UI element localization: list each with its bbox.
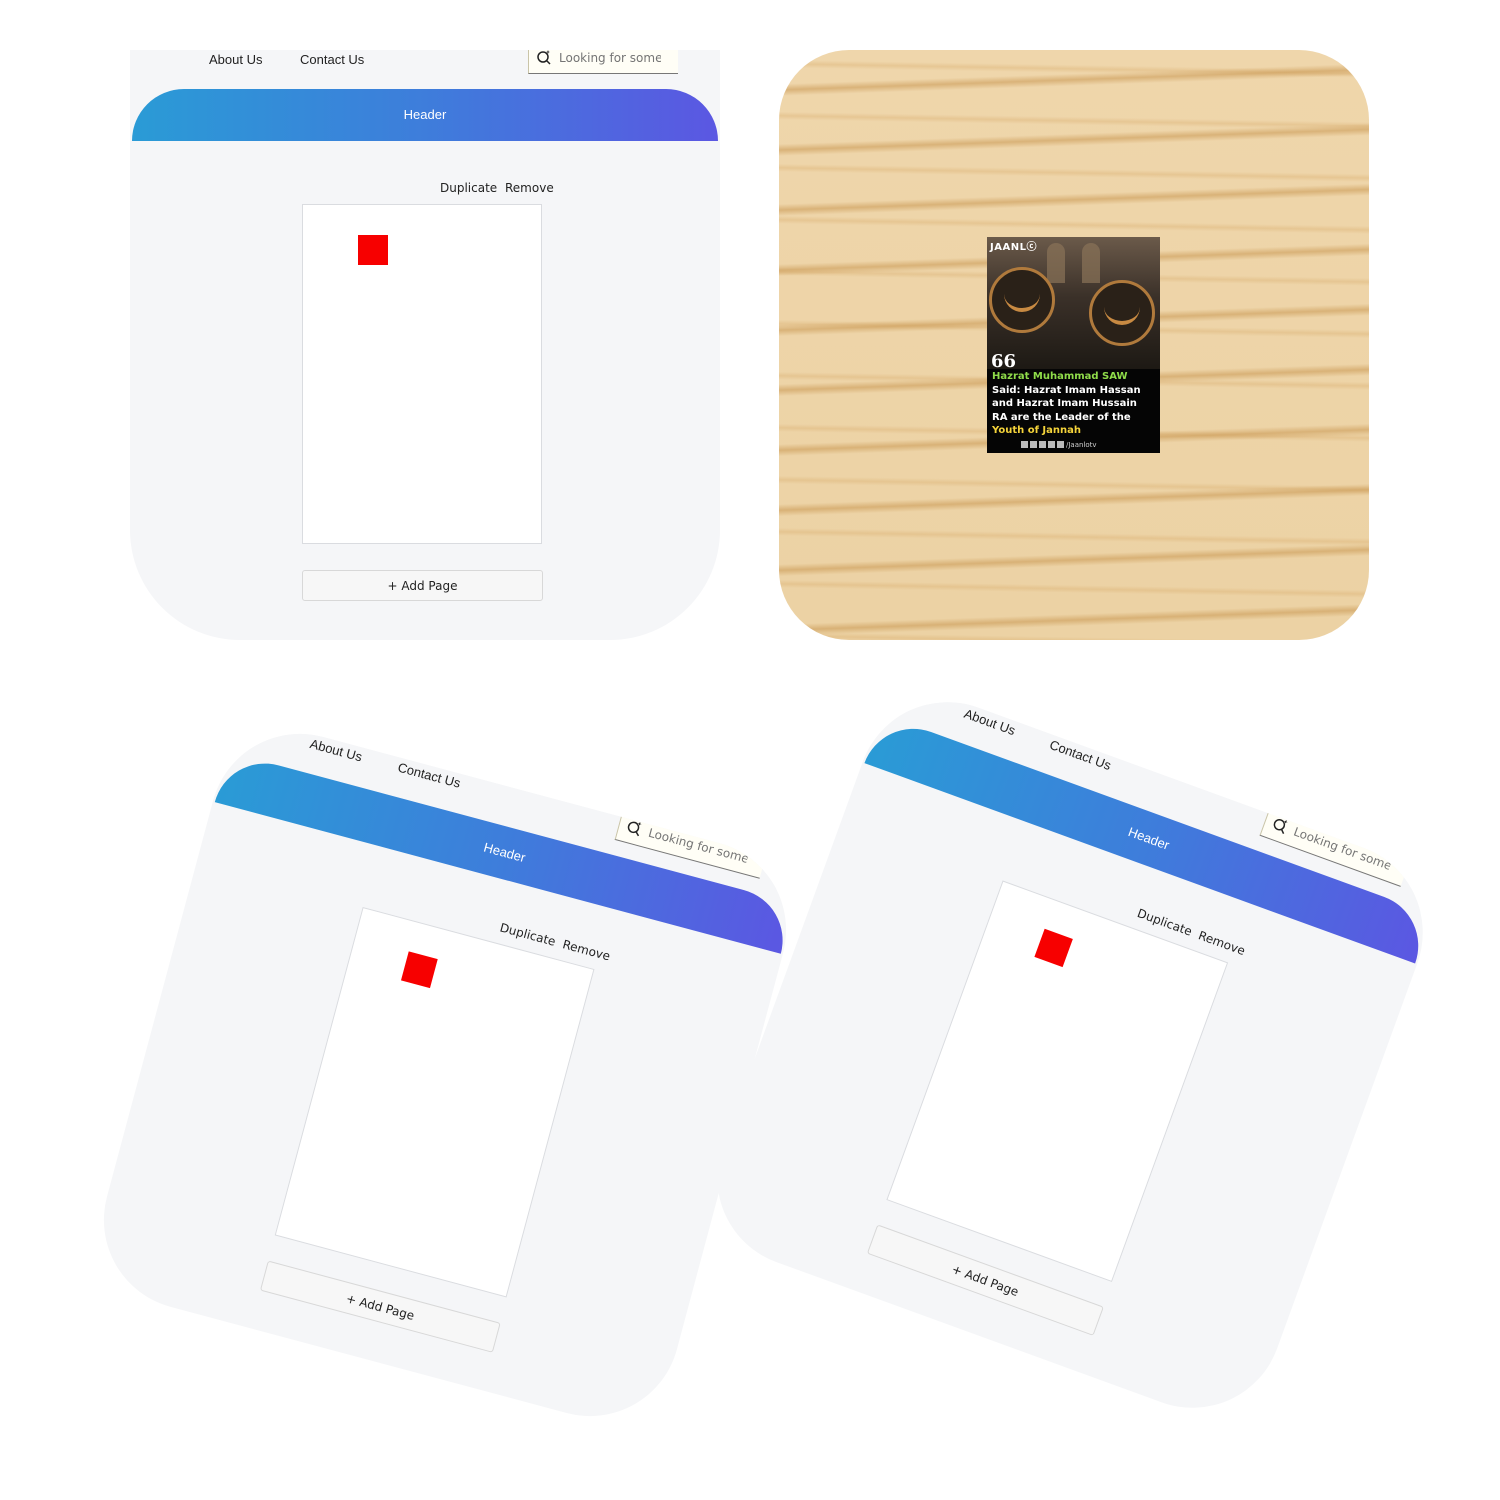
search-sparkle-icon — [1273, 818, 1288, 835]
calligraphy-medallion-left — [989, 267, 1055, 333]
quote-line-3: and Hazrat Imam Hussain — [992, 398, 1137, 409]
editor-panel-1: About Us Contact Us Header Duplicate Rem… — [130, 50, 720, 640]
nav-contact-link[interactable]: Contact Us — [396, 760, 462, 791]
poster-photo — [987, 237, 1160, 369]
quote-line-5: Youth of Jannah — [992, 425, 1081, 436]
duplicate-button[interactable]: Duplicate — [440, 181, 497, 195]
editor-canvas: About Us Contact Us Header Duplicate Rem… — [130, 50, 720, 640]
red-square-element[interactable] — [358, 235, 388, 265]
quote-line-4: RA are the Leader of the — [992, 411, 1131, 423]
facebook-icon — [1021, 441, 1028, 448]
social-handle: /Jaanlotv — [1066, 441, 1097, 449]
nav-about-link[interactable]: About Us — [308, 736, 364, 764]
nav-contact-link[interactable]: Contact Us — [300, 52, 364, 67]
top-nav-bar: About Us Contact Us — [130, 50, 720, 90]
social-row: /Jaanlotv — [1021, 441, 1097, 449]
poster-quote: Hazrat Muhammad SAW Said: Hazrat Imam Ha… — [992, 370, 1158, 438]
quote-line-1: Hazrat Muhammad SAW — [992, 371, 1128, 382]
document-page[interactable] — [886, 880, 1229, 1283]
instagram-icon — [1030, 441, 1037, 448]
nav-contact-link[interactable]: Contact Us — [1048, 737, 1114, 773]
search-input[interactable] — [559, 50, 661, 67]
youtube-icon — [1057, 441, 1064, 448]
twitter-icon — [1039, 441, 1046, 448]
document-page[interactable] — [274, 906, 595, 1298]
header-label: Header — [403, 107, 447, 122]
editor-canvas: About Us Contact Us Header Duplicate Rem… — [84, 713, 807, 1437]
remove-button[interactable]: Remove — [561, 937, 612, 963]
editor-panel-3: About Us Contact Us Header Duplicate Rem… — [691, 676, 1449, 1434]
quote-poster: JAANLⓒ 66 Hazrat Muhammad SAW Said: Hazr… — [987, 237, 1160, 453]
header-banner: Header — [132, 89, 718, 141]
quote-mark-icon: 66 — [991, 351, 1017, 372]
quote-line-2: Said: Hazrat Imam Hassan — [992, 384, 1141, 396]
add-page-button[interactable]: + Add Page — [302, 570, 543, 601]
poster-brand: JAANLⓒ — [990, 242, 1037, 253]
search-sparkle-icon — [537, 50, 551, 65]
remove-button[interactable]: Remove — [505, 181, 554, 195]
calligraphy-medallion-right — [1089, 280, 1155, 346]
document-page[interactable] — [302, 204, 542, 544]
editor-panel-2: About Us Contact Us Header Duplicate Rem… — [83, 713, 807, 1437]
search-box[interactable] — [528, 50, 678, 74]
header-banner: Header — [864, 714, 1433, 964]
linkedin-icon — [1048, 441, 1055, 448]
red-square-element[interactable] — [400, 951, 438, 989]
page-actions: Duplicate Remove — [440, 181, 558, 195]
wood-panel: JAANLⓒ 66 Hazrat Muhammad SAW Said: Hazr… — [779, 50, 1369, 640]
nav-about-link[interactable]: About Us — [209, 52, 262, 67]
search-input[interactable] — [646, 823, 750, 868]
red-square-element[interactable] — [1034, 928, 1073, 968]
duplicate-button[interactable]: Duplicate — [498, 920, 557, 948]
nav-about-link[interactable]: About Us — [962, 706, 1017, 738]
search-input[interactable] — [1291, 822, 1394, 875]
editor-canvas: About Us Contact Us Header Duplicate Rem… — [692, 676, 1449, 1433]
search-sparkle-icon — [627, 821, 642, 837]
